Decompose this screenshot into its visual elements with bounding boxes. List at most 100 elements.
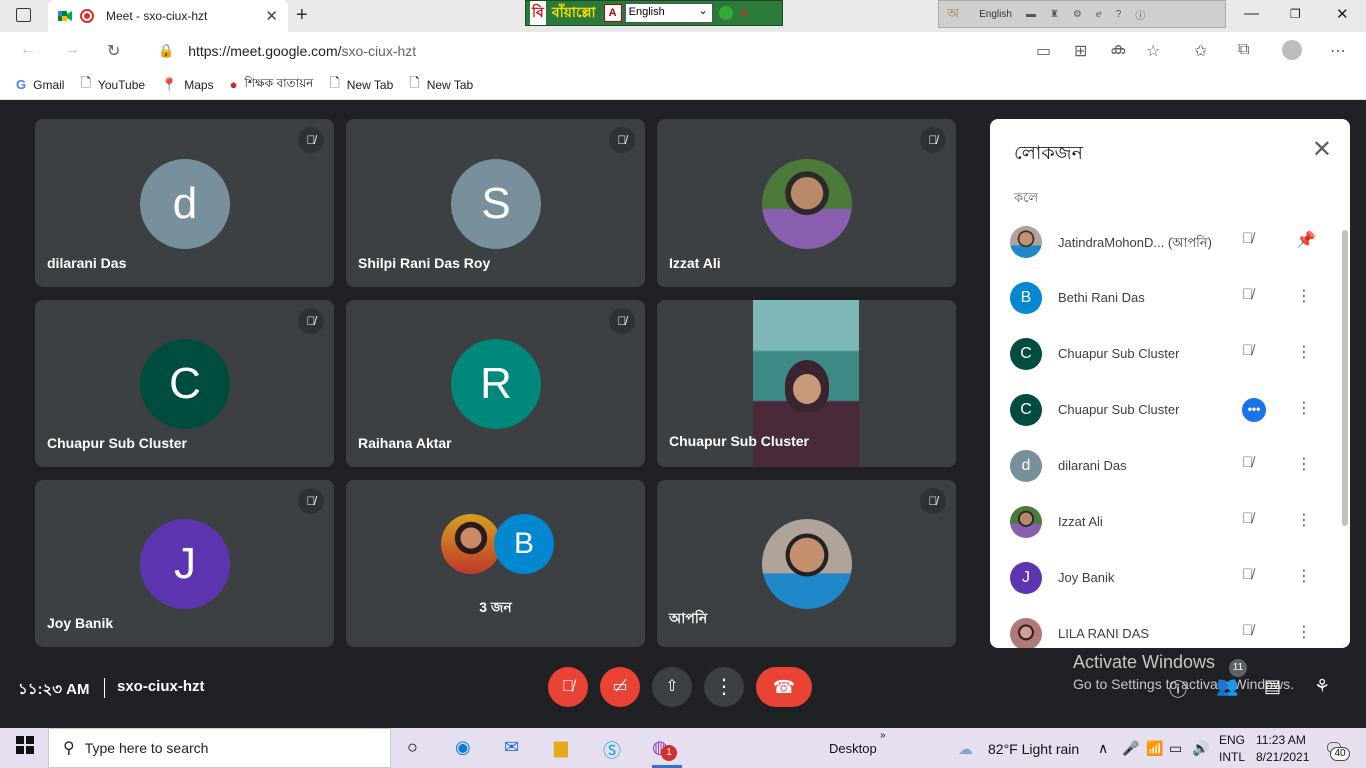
group-tile[interactable]: B 3 জন (346, 480, 645, 647)
camera-blocked-icon[interactable]: ▭ (1036, 41, 1051, 61)
mic-off-icon[interactable]: 🎙̸ (1242, 622, 1253, 639)
window-close-icon[interactable]: ✕ (1336, 5, 1349, 23)
more-vert-icon[interactable]: ⋮ (1296, 454, 1312, 474)
person-row[interactable]: B Bethi Rani Das 🎙̸ ⋮ (990, 270, 1350, 326)
system-time[interactable]: 11:23 AM (1256, 733, 1306, 747)
info-icon[interactable]: ⓘ (1135, 7, 1145, 22)
language-label[interactable]: English (979, 9, 1012, 20)
bookmark-youtube[interactable]: 🗋 YouTube (80, 74, 145, 96)
profile-avatar[interactable] (1282, 40, 1302, 60)
input-layout[interactable]: INTL (1219, 750, 1245, 764)
battery-icon[interactable]: ▭ (1169, 740, 1182, 757)
apps-icon[interactable]: ⊞ (1074, 41, 1087, 61)
volume-icon[interactable]: 🔊 (1192, 740, 1209, 757)
settings-icon[interactable]: ⚙ (1073, 9, 1082, 20)
participant-tile[interactable]: d 🎙̸ dilarani Das (35, 119, 334, 287)
person-row[interactable]: J Joy Banik 🎙̸ ⋮ (990, 550, 1350, 606)
bookmark-gmail[interactable]: G Gmail (16, 77, 64, 92)
collections-icon[interactable]: ⧉ (1238, 41, 1249, 59)
present-button[interactable]: ⇧ (652, 667, 692, 707)
more-vert-icon[interactable]: ⋮ (1296, 398, 1312, 418)
show-hidden-icons[interactable]: ∧ (1098, 740, 1108, 757)
end-call-button[interactable]: ☎ (756, 667, 812, 707)
mic-off-icon[interactable]: 🎙̸ (1242, 510, 1253, 527)
pin-icon[interactable]: 📌 (1296, 230, 1316, 250)
more-vert-icon[interactable]: ⋮ (1296, 622, 1312, 642)
keyboard-icon[interactable]: ▬ (1026, 9, 1036, 20)
address-bar[interactable]: 🔒 https://meet.google.com/sxo-ciux-hzt (144, 37, 1178, 65)
panel-scrollbar[interactable] (1342, 230, 1348, 526)
reload-icon[interactable]: ↻ (107, 41, 120, 61)
tab-actions-icon[interactable] (16, 8, 31, 22)
minimize-icon[interactable]: — (1244, 5, 1259, 22)
network-icon[interactable]: 📶 (1146, 740, 1163, 757)
system-date[interactable]: 8/21/2021 (1256, 750, 1309, 764)
new-tab-icon[interactable]: + (296, 4, 308, 27)
more-vert-icon[interactable]: ⋮ (1296, 510, 1312, 530)
participant-tile[interactable]: J 🎙̸ Joy Banik (35, 480, 334, 647)
bangla-char-icon[interactable]: অ (947, 2, 959, 26)
chat-icon[interactable]: ▤ (1264, 676, 1281, 697)
ime-a-icon[interactable]: A (603, 4, 622, 22)
forward-icon[interactable]: → (64, 41, 80, 59)
person-row[interactable]: Izzat Ali 🎙̸ ⋮ (990, 494, 1350, 550)
bookmark-teacher-portal[interactable]: ● শিক্ষক বাতায়ন (230, 75, 314, 95)
mic-off-icon[interactable]: 🎙̸ (1242, 286, 1253, 303)
close-icon[interactable]: ✕ (1312, 135, 1332, 164)
bookmark-maps[interactable]: 📍 Maps (161, 77, 214, 93)
windows-start-icon[interactable] (16, 736, 34, 759)
bookmark-new-tab-2[interactable]: 🗋 New Tab (409, 74, 473, 96)
ime-download-icon[interactable] (718, 6, 733, 20)
participant-tile[interactable]: 🎙̸ Izzat Ali (657, 119, 956, 287)
skype-icon[interactable]: Ⓢ (603, 737, 621, 763)
edge-small-icon[interactable]: ℯ (1096, 9, 1102, 20)
camera-toggle-button[interactable]: ▭̸ (600, 667, 640, 707)
more-vert-icon[interactable]: ⋮ (1296, 342, 1312, 362)
tab-close-icon[interactable]: ✕ (265, 7, 278, 25)
participant-tile[interactable]: S 🎙̸ Shilpi Rani Das Roy (346, 119, 645, 287)
browser-tab[interactable]: Meet - sxo-ciux-hzt ✕ (48, 0, 288, 32)
back-icon[interactable]: ← (20, 41, 36, 59)
add-favorite-icon[interactable]: ☆ (1146, 41, 1160, 61)
participant-tile-video[interactable]: Chuapur Sub Cluster (657, 300, 956, 467)
people-icon[interactable]: 👥 (1216, 676, 1238, 697)
ime-close-icon[interactable]: ✕ (739, 6, 749, 20)
person-row[interactable]: LILA RANI DAS 🎙̸ ⋮ (990, 606, 1350, 648)
meeting-info-icon[interactable]: ⓘ (1169, 676, 1187, 702)
desktop-toolbar[interactable]: Desktop (829, 741, 877, 756)
input-language[interactable]: ENG (1219, 733, 1245, 747)
mic-off-icon[interactable]: 🎙̸ (1242, 230, 1253, 247)
participant-tile-self[interactable]: 🎙̸ আপনি (657, 480, 956, 647)
mic-off-icon[interactable]: 🎙̸ (1242, 566, 1253, 583)
person-row[interactable]: C Chuapur Sub Cluster ••• ⋮ (990, 382, 1350, 438)
taskbar-search[interactable]: ⚲ Type here to search (48, 728, 391, 768)
bookmark-new-tab-1[interactable]: 🗋 New Tab (329, 74, 393, 96)
lock-icon[interactable]: 🔒 (158, 43, 174, 59)
help-icon[interactable]: ? (1116, 9, 1122, 20)
restore-icon[interactable]: ❐ (1290, 7, 1301, 21)
read-aloud-icon[interactable]: ക (1110, 41, 1125, 59)
more-vert-icon[interactable]: ⋮ (1296, 286, 1312, 306)
more-options-button[interactable]: ⋮ (704, 667, 744, 707)
participant-tile[interactable]: R 🎙̸ Raihana Aktar (346, 300, 645, 467)
mail-icon[interactable]: ✉ (504, 737, 519, 758)
mic-off-icon[interactable]: 🎙̸ (1242, 342, 1253, 359)
file-explorer-icon[interactable]: ▆ (554, 737, 568, 758)
person-row[interactable]: d dilarani Das 🎙̸ ⋮ (990, 438, 1350, 494)
participant-tile[interactable]: C 🎙̸ Chuapur Sub Cluster (35, 300, 334, 467)
mic-off-icon[interactable]: 🎙̸ (1242, 454, 1253, 471)
tool-icon[interactable]: ♜ (1050, 9, 1059, 20)
edge-icon[interactable]: ◉ (455, 737, 471, 758)
favorites-icon[interactable]: ✩ (1194, 41, 1207, 61)
activities-icon[interactable]: ⚘ (1314, 676, 1330, 697)
chevron-icon[interactable]: » (880, 730, 886, 741)
cortana-icon[interactable]: ○ (407, 737, 418, 758)
weather-text[interactable]: 82°F Light rain (988, 741, 1079, 757)
person-row[interactable]: JatindraMohonD... (আপনি) 🎙̸ 📌 (990, 214, 1350, 270)
microphone-tray-icon[interactable]: 🎤 (1122, 740, 1139, 757)
mic-toggle-button[interactable]: 🎙̸ (548, 667, 588, 707)
ime-language-select[interactable]: English (624, 3, 713, 23)
person-row[interactable]: C Chuapur Sub Cluster 🎙̸ ⋮ (990, 326, 1350, 382)
more-vert-icon[interactable]: ⋮ (1296, 566, 1312, 586)
more-menu-icon[interactable]: ⋯ (1330, 41, 1346, 61)
